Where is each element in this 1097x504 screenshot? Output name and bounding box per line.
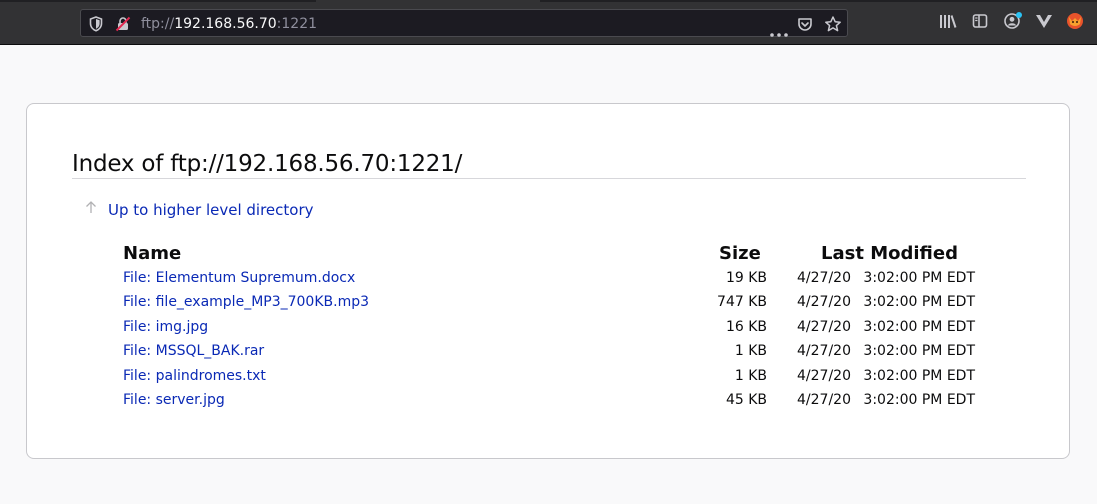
file-name: file_example_MP3_700KB.mp3: [155, 294, 370, 310]
fox-extension-icon[interactable]: [1066, 12, 1084, 34]
file-time: 3:02:00 PM EDT: [863, 319, 975, 335]
up-to-parent-link[interactable]: Up to higher level directory: [108, 201, 314, 219]
file-type-label: File:: [123, 343, 152, 359]
file-type-label: File:: [123, 368, 152, 384]
insecure-lock-icon[interactable]: [115, 16, 131, 36]
url-host: 192.168.56.70: [174, 16, 277, 32]
file-link[interactable]: File: MSSQL_BAK.rar: [123, 343, 264, 359]
url-text[interactable]: ftp://192.168.56.70:1221: [141, 16, 317, 32]
tab-strip-edge: [0, 0, 316, 2]
file-time: 3:02:00 PM EDT: [863, 270, 975, 286]
file-name: palindromes.txt: [155, 368, 266, 384]
column-header-name[interactable]: Name: [123, 243, 181, 264]
title-divider: [72, 178, 1026, 179]
column-header-last-modified[interactable]: Last Modified: [821, 243, 958, 264]
file-size: 1 KB: [734, 368, 767, 384]
browser-toolbar: ftp://192.168.56.70:1221: [0, 0, 1097, 45]
file-type-label: File:: [123, 294, 152, 310]
file-name: Elementum Supremum.docx: [155, 270, 356, 286]
table-row: File: server.jpg 45 KB 4/27/20 3:02:00 P…: [27, 392, 1071, 414]
up-arrow-icon: [84, 199, 98, 219]
page-actions-icon[interactable]: [770, 22, 788, 41]
file-link[interactable]: File: file_example_MP3_700KB.mp3: [123, 294, 369, 310]
extension-v-icon[interactable]: [1035, 13, 1053, 33]
file-time: 3:02:00 PM EDT: [863, 392, 975, 408]
tab-strip-edge: [540, 0, 1097, 2]
file-time: 3:02:00 PM EDT: [863, 343, 975, 359]
file-link[interactable]: File: img.jpg: [123, 319, 208, 335]
file-date: 4/27/20: [797, 270, 851, 286]
file-size: 45 KB: [725, 392, 767, 408]
file-date: 4/27/20: [797, 319, 851, 335]
url-scheme: ftp://: [141, 16, 175, 32]
table-row: File: Elementum Supremum.docx 19 KB 4/27…: [27, 270, 1071, 292]
bookmark-star-icon[interactable]: [825, 16, 841, 36]
table-row: File: img.jpg 16 KB 4/27/20 3:02:00 PM E…: [27, 319, 1071, 341]
table-row: File: palindromes.txt 1 KB 4/27/20 3:02:…: [27, 368, 1071, 390]
file-size: 16 KB: [725, 319, 767, 335]
file-type-label: File:: [123, 270, 152, 286]
directory-listing-card: Index of ftp://192.168.56.70:1221/ Up to…: [26, 103, 1070, 459]
file-name: img.jpg: [155, 319, 209, 335]
file-time: 3:02:00 PM EDT: [863, 294, 975, 310]
url-port: :1221: [276, 16, 318, 32]
shield-icon[interactable]: [89, 16, 103, 36]
file-size: 747 KB: [717, 294, 767, 310]
pocket-icon[interactable]: [797, 16, 813, 36]
table-row: File: MSSQL_BAK.rar 1 KB 4/27/20 3:02:00…: [27, 343, 1071, 365]
file-name: MSSQL_BAK.rar: [155, 343, 265, 359]
file-date: 4/27/20: [797, 368, 851, 384]
file-date: 4/27/20: [797, 392, 851, 408]
file-size: 19 KB: [725, 270, 767, 286]
file-date: 4/27/20: [797, 343, 851, 359]
file-link[interactable]: File: palindromes.txt: [123, 368, 266, 384]
file-date: 4/27/20: [797, 294, 851, 310]
sidebar-icon[interactable]: [972, 13, 988, 33]
library-icon[interactable]: [939, 13, 957, 33]
file-time: 3:02:00 PM EDT: [863, 368, 975, 384]
file-type-label: File:: [123, 319, 152, 335]
account-icon[interactable]: [1003, 11, 1023, 35]
file-type-label: File:: [123, 392, 152, 408]
column-header-size[interactable]: Size: [719, 243, 761, 264]
url-bar[interactable]: ftp://192.168.56.70:1221: [80, 9, 848, 37]
table-row: File: file_example_MP3_700KB.mp3 747 KB …: [27, 294, 1071, 316]
file-size: 1 KB: [734, 343, 767, 359]
file-link[interactable]: File: server.jpg: [123, 392, 225, 408]
page-title: Index of ftp://192.168.56.70:1221/: [72, 151, 463, 177]
file-name: server.jpg: [155, 392, 225, 408]
file-link[interactable]: File: Elementum Supremum.docx: [123, 270, 355, 286]
